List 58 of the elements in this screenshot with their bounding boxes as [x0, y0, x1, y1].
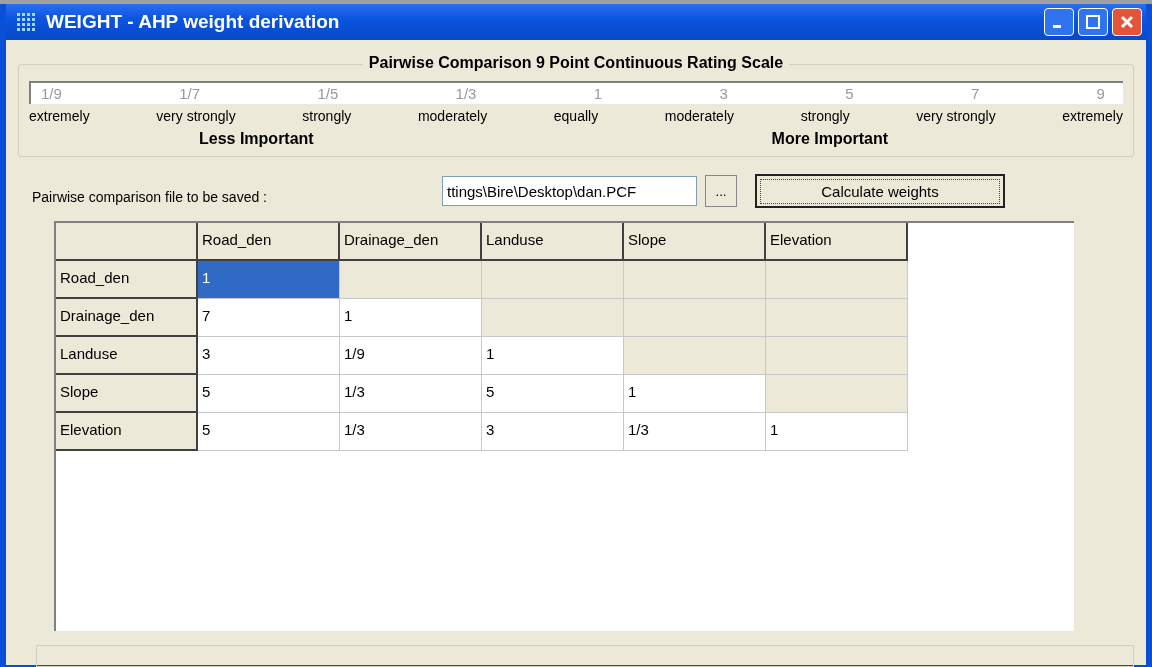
less-important-label: Less Important: [199, 130, 314, 148]
file-path-field[interactable]: ttings\Bire\Desktop\dan.PCF: [442, 176, 697, 206]
minimize-icon: [1053, 24, 1061, 28]
table-cell[interactable]: 1/9: [340, 337, 482, 375]
scale-value: 7: [970, 85, 980, 102]
scale-value: 1/7: [179, 85, 201, 102]
column-header[interactable]: Drainage_den: [340, 223, 482, 261]
row-header[interactable]: Road_den: [56, 261, 198, 299]
table-cell[interactable]: 1: [624, 375, 766, 413]
scale-value: 5: [845, 85, 854, 102]
row-header[interactable]: Elevation: [56, 413, 198, 451]
table-cell[interactable]: 1: [766, 413, 908, 451]
calculate-weights-button[interactable]: Calculate weights: [755, 174, 1005, 208]
scale-label: moderately: [664, 108, 735, 124]
column-header[interactable]: Road_den: [198, 223, 340, 261]
column-header[interactable]: Landuse: [482, 223, 624, 261]
scale-label: extremely: [1062, 108, 1123, 124]
table-cell[interactable]: 1: [340, 299, 482, 337]
column-header[interactable]: Slope: [624, 223, 766, 261]
maximize-icon: [1086, 15, 1100, 29]
table-cell[interactable]: 1: [482, 337, 624, 375]
table-cell[interactable]: 1/3: [624, 413, 766, 451]
scale-value: 3: [719, 85, 728, 102]
row-header[interactable]: Slope: [56, 375, 198, 413]
scale-label: very strongly: [156, 108, 236, 124]
scale-label: very strongly: [916, 108, 996, 124]
close-icon: [1120, 15, 1134, 29]
scale-value: 1/9: [41, 85, 62, 102]
table-cell[interactable]: 5: [198, 413, 340, 451]
window-title: WEIGHT - AHP weight derivation: [46, 11, 341, 33]
app-icon: [16, 12, 36, 32]
close-button[interactable]: [1112, 8, 1142, 36]
minimize-button[interactable]: [1044, 8, 1074, 36]
scale-value: 1: [593, 85, 603, 102]
column-header[interactable]: Elevation: [766, 223, 908, 261]
table-cell[interactable]: 5: [198, 375, 340, 413]
file-label: Pairwise comparison file to be saved :: [32, 189, 268, 205]
table-cell[interactable]: 3: [198, 337, 340, 375]
table-cell[interactable]: 1/3: [340, 413, 482, 451]
more-important-label: More Important: [771, 130, 888, 148]
group-title: Pairwise Comparison 9 Point Continuous Rating Scale: [362, 54, 790, 72]
scale-label: strongly: [302, 108, 352, 124]
scale-label: moderately: [417, 108, 488, 124]
row-header[interactable]: Drainage_den: [56, 299, 198, 337]
table-cell[interactable]: 1/3: [340, 375, 482, 413]
table-cell[interactable]: 5: [482, 375, 624, 413]
maximize-button[interactable]: [1078, 8, 1108, 36]
scale-label: extremely: [29, 108, 90, 124]
scale-label: strongly: [800, 108, 850, 124]
table-cell[interactable]: 7: [198, 299, 340, 337]
scale-value: 1/3: [455, 85, 477, 102]
scale-value: 9: [1096, 85, 1105, 102]
table-cell[interactable]: 1: [198, 261, 340, 299]
table-cell[interactable]: 3: [482, 413, 624, 451]
scale-label: equally: [553, 108, 599, 124]
browse-button[interactable]: ...: [705, 175, 737, 207]
row-header[interactable]: Landuse: [56, 337, 198, 375]
scale-value: 1/5: [317, 85, 339, 102]
